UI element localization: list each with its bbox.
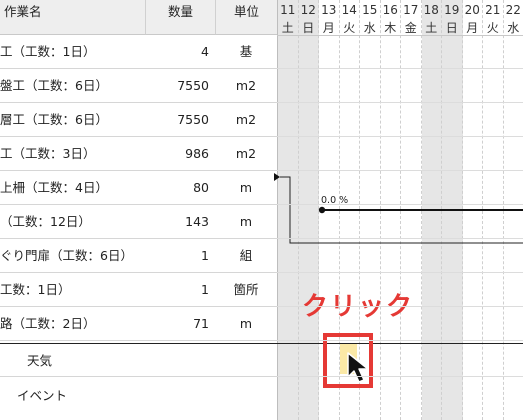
day-weekday: 金 xyxy=(404,21,417,35)
header-unit[interactable]: 単位 xyxy=(215,0,277,35)
task-name: ぐり門扉（工数：6日） xyxy=(0,248,133,263)
task-quantity: 143 xyxy=(185,214,209,229)
day-number: 18 xyxy=(423,3,439,17)
table-row[interactable]: 工（工数：3日） 986 m2 xyxy=(0,137,277,171)
task-name: 工（工数：1日） xyxy=(0,44,96,59)
task-name: 路（工数：2日） xyxy=(0,316,96,331)
task-unit: 基 xyxy=(239,44,253,59)
table-row[interactable]: 工（工数：1日） 4 基 xyxy=(0,35,277,69)
header-quantity[interactable]: 数量 xyxy=(145,0,215,35)
day-weekday: 月 xyxy=(466,21,479,35)
task-name: 層工（工数：6日） xyxy=(0,112,108,127)
day-weekday: 土 xyxy=(425,21,438,35)
day-number: 21 xyxy=(485,3,501,17)
gantt-row-line xyxy=(277,272,523,273)
mouse-cursor-icon xyxy=(347,352,369,383)
task-name: 盤工（工数：6日） xyxy=(0,78,108,93)
day-number: 12 xyxy=(300,3,316,17)
gantt-row-line xyxy=(277,340,523,341)
task-rows: 工（工数：1日） 4 基 盤工（工数：6日） 7550 m2 層工（工数：6日）… xyxy=(0,35,277,341)
task-name: （工数：12日） xyxy=(0,214,91,229)
task-quantity: 4 xyxy=(201,44,209,59)
header-task-name[interactable]: 作業名 xyxy=(0,0,145,35)
task-unit: m2 xyxy=(235,146,257,161)
gantt-row-line xyxy=(277,306,523,307)
task-unit: m xyxy=(239,316,253,331)
day-weekday: 火 xyxy=(343,21,356,35)
day-number: 14 xyxy=(341,3,357,17)
task-quantity: 80 xyxy=(193,180,209,195)
task-unit: 箇所 xyxy=(233,282,259,297)
gantt-row-line xyxy=(277,238,523,239)
gantt-row-line xyxy=(277,170,523,171)
day-weekday: 水 xyxy=(507,21,520,35)
task-name: 工（工数：3日） xyxy=(0,146,96,161)
gantt-row-line xyxy=(277,376,523,377)
click-annotation-label: クリック xyxy=(302,292,415,322)
day-weekday: 日 xyxy=(445,21,458,35)
day-number: 19 xyxy=(444,3,460,17)
task-unit: m2 xyxy=(235,112,257,127)
task-name: 上柵（工数：4日） xyxy=(0,180,108,195)
day-weekday: 水 xyxy=(363,21,376,35)
task-table: 作業名 数量 単位 工（工数：1日） 4 基 盤工（工数：6日） 7550 m2… xyxy=(0,0,277,343)
table-row[interactable]: 路（工数：2日） 71 m xyxy=(0,307,277,341)
day-weekday: 日 xyxy=(302,21,315,35)
gantt-row-line xyxy=(277,136,523,137)
task-name: 工数：1日） xyxy=(0,282,71,297)
task-quantity: 1 xyxy=(201,282,209,297)
table-row[interactable]: 盤工（工数：6日） 7550 m2 xyxy=(0,69,277,103)
table-row[interactable]: 上柵（工数：4日） 80 m xyxy=(0,171,277,205)
table-row[interactable]: 層工（工数：6日） 7550 m2 xyxy=(0,103,277,137)
table-row[interactable]: ぐり門扉（工数：6日） 1 組 xyxy=(0,239,277,273)
gantt-header-divider xyxy=(277,35,523,36)
weather-row-label: 天気 xyxy=(27,353,53,368)
day-number: 20 xyxy=(464,3,480,17)
dependency-arrow-icon xyxy=(274,173,280,181)
table-row[interactable]: （工数：12日） 143 m xyxy=(0,205,277,239)
day-weekday: 火 xyxy=(486,21,499,35)
bottom-row-divider xyxy=(0,376,277,377)
gantt-row-line xyxy=(277,204,523,205)
day-number: 11 xyxy=(280,3,296,17)
event-row-label: イベント xyxy=(17,388,68,403)
task-unit: m xyxy=(239,214,253,229)
task-unit: m xyxy=(239,180,253,195)
gantt-row-line xyxy=(277,102,523,103)
task-quantity: 7550 xyxy=(177,112,209,127)
day-number: 13 xyxy=(321,3,337,17)
task-quantity: 1 xyxy=(201,248,209,263)
task-unit: m2 xyxy=(235,78,257,93)
task-quantity: 71 xyxy=(193,316,209,331)
day-number: 16 xyxy=(382,3,398,17)
table-row[interactable]: 工数：1日） 1 箇所 xyxy=(0,273,277,307)
gantt-row-line xyxy=(277,68,523,69)
day-weekday: 月 xyxy=(322,21,335,35)
task-unit: 組 xyxy=(239,248,253,263)
gantt-app: 作業名 数量 単位 工（工数：1日） 4 基 盤工（工数：6日） 7550 m2… xyxy=(0,0,523,420)
day-number: 15 xyxy=(362,3,378,17)
day-number: 17 xyxy=(403,3,419,17)
day-number: 22 xyxy=(505,3,521,17)
section-divider xyxy=(0,343,523,344)
day-weekday: 土 xyxy=(281,21,294,35)
task-quantity: 986 xyxy=(185,146,209,161)
task-quantity: 7550 xyxy=(177,78,209,93)
day-weekday: 木 xyxy=(384,21,397,35)
